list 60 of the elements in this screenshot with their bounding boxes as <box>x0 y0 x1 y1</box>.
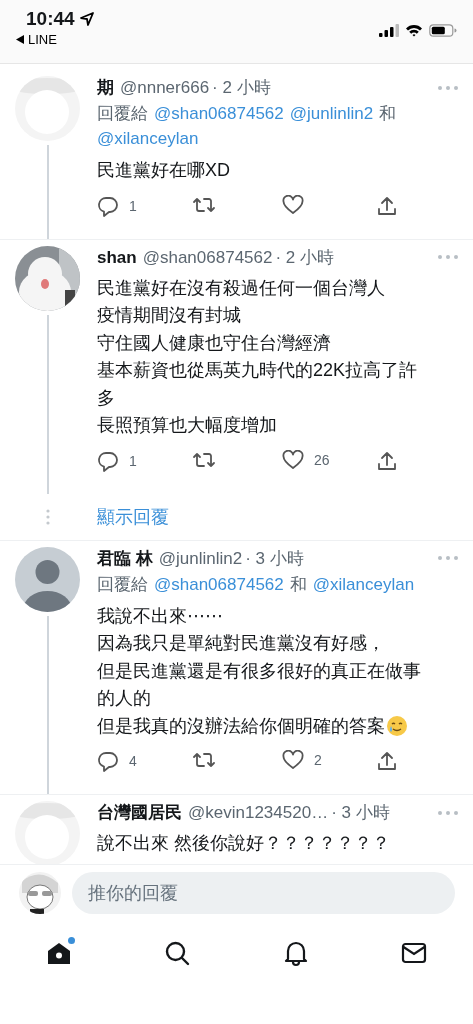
mention-link[interactable]: @shan06874562 <box>154 571 284 597</box>
user-handle: @shan06874562 <box>142 247 273 268</box>
mention-link[interactable]: @shan06874562 <box>154 101 284 126</box>
status-time: 10:44 <box>26 8 75 30</box>
tweet-text: 因為我只是單純對民進黨沒有好感， <box>97 632 385 655</box>
reply-to-label: 回覆給 <box>97 573 148 596</box>
share-icon[interactable] <box>377 194 397 217</box>
reply-icon[interactable] <box>97 194 119 217</box>
tweet-text: 但是我真的沒辦法給你個明確的答案 <box>97 714 385 738</box>
mention-link[interactable]: @xilanceylan <box>97 126 199 151</box>
signal-icon <box>379 24 399 37</box>
battery-icon <box>429 24 457 37</box>
like-count: 26 <box>314 451 330 468</box>
tweet-text: 民進黨好在哪XD <box>97 159 230 182</box>
tweet-text: 基本薪資也從馬英九時代的22K拉高了許 <box>97 359 418 382</box>
mention-link[interactable]: @xilanceylan <box>312 571 415 597</box>
tweet-text: 的人的 <box>97 687 151 710</box>
tweet-text: 長照預算也大幅度增加 <box>97 414 277 437</box>
reply-icon[interactable] <box>97 449 119 472</box>
reply-icon[interactable] <box>97 750 119 772</box>
show-replies-link[interactable]: 顯示回覆 <box>97 504 473 529</box>
retweet-icon[interactable] <box>192 750 216 770</box>
user-name: 君臨 林 <box>97 547 153 570</box>
tweet-text: 但是民進黨還是有很多很好的真正在做事 <box>97 659 421 683</box>
tweet-time: · 3 小時 <box>245 547 304 570</box>
location-arrow-icon <box>79 12 94 26</box>
like-icon[interactable] <box>282 750 304 770</box>
tweet-time: · 2 小時 <box>212 77 271 99</box>
reply-input[interactable]: 推你的回覆 <box>72 872 455 914</box>
tweet-text: 民進黨好在沒有殺過任何一個台灣人 <box>97 276 385 300</box>
tweet-text: 說不出來 然後你說好？？？？？？？ <box>97 832 390 855</box>
user-name: 台灣國居民 <box>97 802 182 824</box>
reply-count: 1 <box>129 452 137 469</box>
user-name: 期 <box>97 77 114 99</box>
tweet-text: 守住國人健康也守住台灣經濟 <box>97 331 331 355</box>
search-icon <box>163 939 192 967</box>
tweet-text: 疫情期間沒有封城 <box>97 304 241 327</box>
user-handle: @junlinlin2 <box>158 548 243 569</box>
reply-to-label: 回覆給 <box>97 103 148 125</box>
wifi-icon <box>405 24 423 37</box>
like-icon[interactable] <box>282 449 304 470</box>
back-to-app-button[interactable]: LINE <box>16 32 94 47</box>
reply-to-label: 和 <box>379 103 397 125</box>
user-handle: @nnner666 <box>120 78 210 98</box>
share-icon[interactable] <box>377 750 397 772</box>
tweet-time: · 2 小時 <box>275 246 334 269</box>
share-icon[interactable] <box>377 449 397 472</box>
reply-to-label: 和 <box>289 573 307 596</box>
tweet-text: 我說不出來⋯⋯ <box>97 604 223 628</box>
reply-count: 1 <box>129 197 137 214</box>
like-count: 2 <box>314 752 322 768</box>
user-handle: @kevin1234520… <box>188 803 329 823</box>
reply-count: 4 <box>129 753 137 769</box>
like-icon[interactable] <box>282 194 304 215</box>
user-name: shan <box>97 247 137 268</box>
thread-dots-icon <box>45 508 50 525</box>
tweet-text: 多 <box>97 386 115 410</box>
tweet-time: · 3 小時 <box>331 802 390 824</box>
back-arrow-icon <box>16 35 24 44</box>
mention-link[interactable]: @junlinlin2 <box>289 101 374 126</box>
